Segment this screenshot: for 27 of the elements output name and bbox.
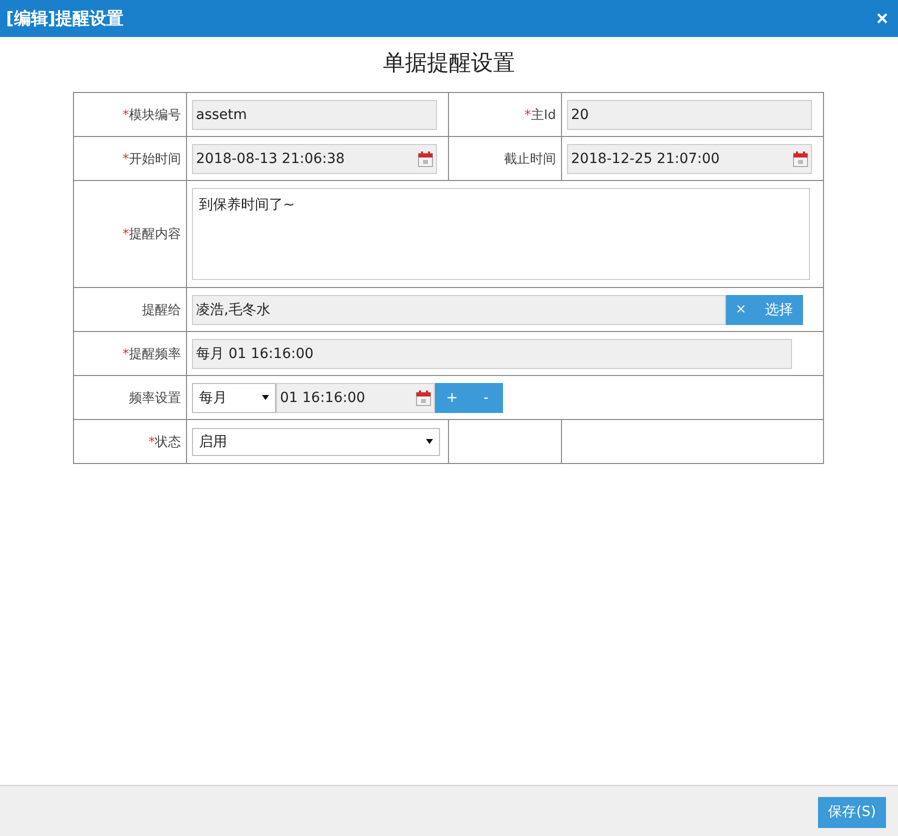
input-field[interactable]: 凌浩,毛冬水 xyxy=(192,294,726,324)
date-field[interactable]: 2018-12-25 21:07:00 xyxy=(567,144,812,174)
window-title: [编辑]提醒设置 xyxy=(6,8,124,30)
input-field[interactable]: assetm xyxy=(192,100,437,130)
dropdown[interactable]: 启用 xyxy=(192,428,440,456)
field-label: *提醒内容 xyxy=(122,227,181,242)
input-field[interactable]: 每月 01 16:16:00 xyxy=(192,338,792,368)
field-label: *开始时间 xyxy=(122,152,181,166)
date-field[interactable]: 2018-08-13 21:06:38 xyxy=(192,144,437,174)
field-label: 频率设置 xyxy=(129,390,181,406)
form-title: 单据提醒设置 xyxy=(382,50,516,78)
dropdown[interactable]: 每月 xyxy=(192,382,276,412)
caret-icon xyxy=(262,395,269,400)
field-label: *主Id xyxy=(524,108,556,122)
field-label: 提醒给 xyxy=(142,302,181,318)
calendar-icon[interactable] xyxy=(418,150,433,166)
text-area[interactable]: 到保养时间了~ xyxy=(192,188,810,280)
date-field[interactable]: 01 16:16:00 xyxy=(276,382,435,412)
field-label: *状态 xyxy=(148,434,181,450)
input-field[interactable]: 20 xyxy=(567,100,812,130)
calendar-icon[interactable] xyxy=(793,150,808,166)
field-label: 截止时间 xyxy=(504,152,556,166)
caret-icon xyxy=(426,439,433,444)
field-label: *提醒频率 xyxy=(122,346,181,362)
close-button[interactable]: × xyxy=(874,8,890,28)
field-label: *模块编号 xyxy=(122,108,181,122)
calendar-icon[interactable] xyxy=(416,390,431,406)
